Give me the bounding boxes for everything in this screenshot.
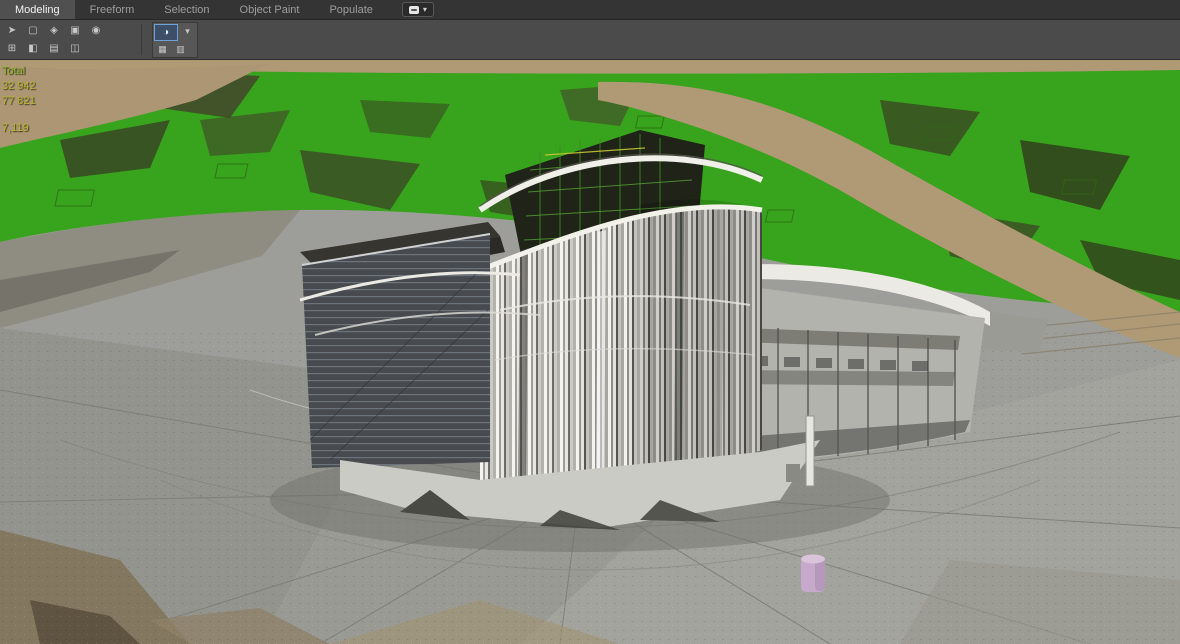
element-mode-button[interactable]: ◉: [86, 22, 106, 39]
tab-populate[interactable]: Populate: [314, 0, 387, 19]
edge-mode-button[interactable]: ▢: [23, 22, 43, 39]
stats-fps: 7,119: [2, 121, 36, 136]
stats-total: Total: [2, 64, 36, 79]
topology-button[interactable]: ▥: [172, 42, 189, 57]
viewport-statistics: Total 32 942 77 821 7,119: [2, 64, 36, 136]
collapse-stack-button[interactable]: ▦: [154, 42, 171, 57]
stats-polys: 32 942: [2, 79, 36, 94]
grow-selection-button[interactable]: ▤: [44, 40, 64, 57]
ribbon-tab-bar: Modeling Freeform Selection Object Paint…: [0, 0, 1180, 20]
edit-poly-panel: ◑ ▾ ▦ ▥: [152, 22, 198, 58]
viewport-3d-scene: [0, 60, 1180, 644]
ribbon-tool-row: ➤ ▢ ◈ ▣ ◉ ⊞ ◧ ▤ ◫ ◑ ▾ ▦ ▥: [0, 20, 1180, 60]
toolbar-separator: [141, 24, 142, 55]
polygon-mode-button[interactable]: ▣: [65, 22, 85, 39]
preview-selection-button[interactable]: ⊞: [2, 40, 22, 57]
border-mode-button[interactable]: ◈: [44, 22, 64, 39]
viewport-3d[interactable]: Total 32 942 77 821 7,119: [0, 60, 1180, 644]
tab-selection[interactable]: Selection: [149, 0, 224, 19]
shrink-selection-button[interactable]: ◧: [23, 40, 43, 57]
tab-freeform[interactable]: Freeform: [75, 0, 150, 19]
panel-expand-button[interactable]: ▾: [179, 24, 196, 39]
tab-object-paint[interactable]: Object Paint: [225, 0, 315, 19]
tab-modeling[interactable]: Modeling: [0, 0, 75, 19]
ribbon-options-dropdown[interactable]: ▾: [402, 2, 434, 17]
chevron-down-icon: ▾: [423, 6, 427, 14]
edit-poly-mode-button[interactable]: ◑: [154, 24, 178, 41]
stats-verts: 77 821: [2, 94, 36, 109]
loop-selection-button[interactable]: ◫: [65, 40, 85, 57]
vertex-mode-button[interactable]: ➤: [2, 22, 22, 39]
polygon-modeling-group: ➤ ▢ ◈ ▣ ◉ ⊞ ◧ ▤ ◫: [2, 22, 106, 57]
ribbon-state-icon: [409, 6, 419, 14]
pink-cylinder-object[interactable]: [801, 555, 825, 593]
